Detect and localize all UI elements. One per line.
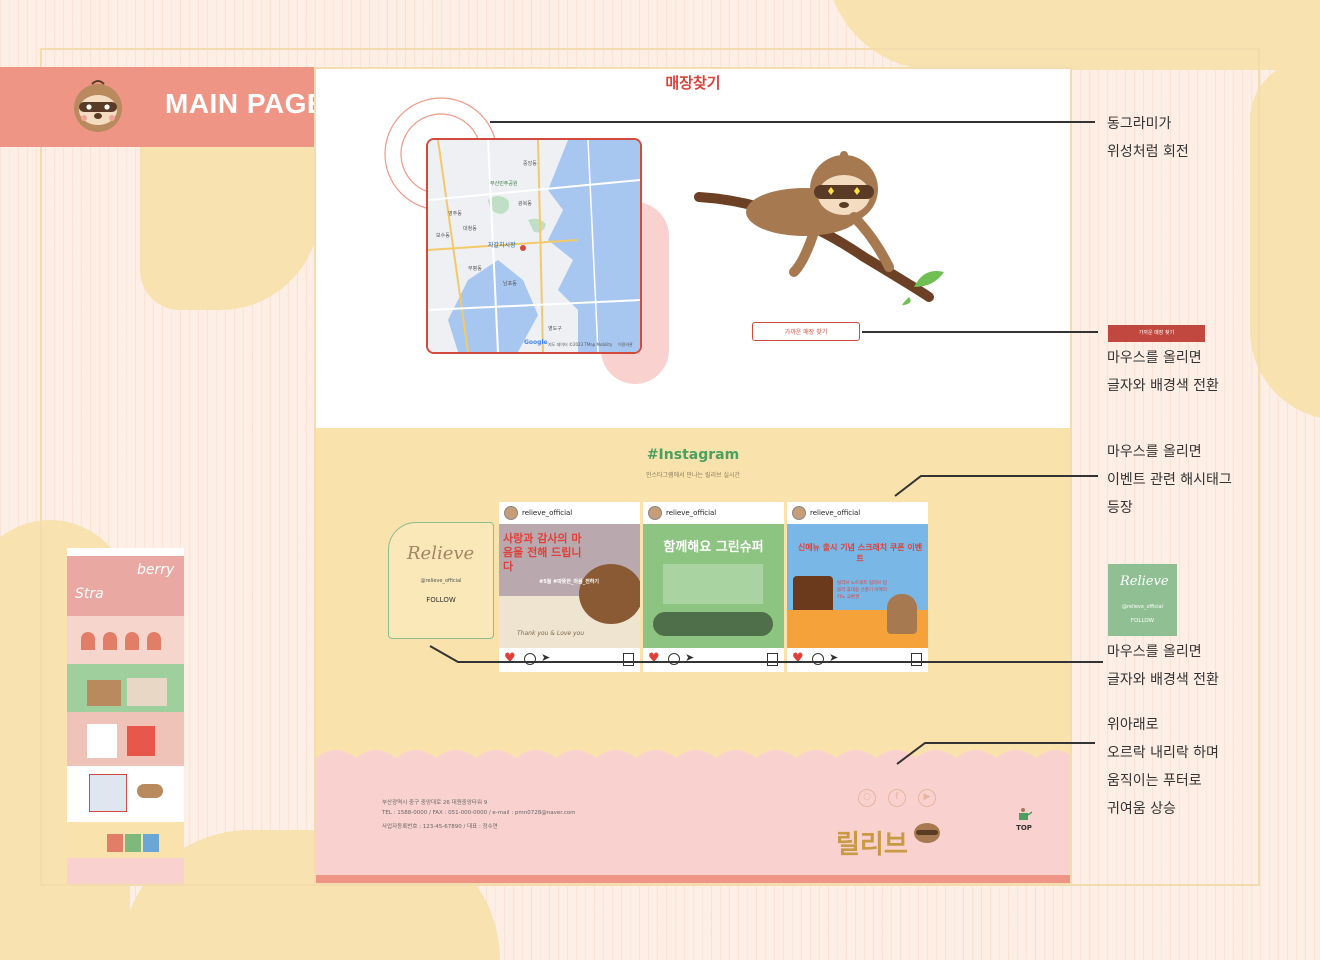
site-footer: 부산광역시 중구 중앙대로 26 대원중앙타워 9 TEL : 1588-000… [316,750,1070,883]
annotation-footer-wave: 위아래로 오르락 내리락 하며 움직이는 푸터로 귀여움 상승 [1107,717,1219,817]
map-label: 보수동 [436,233,450,239]
post-hashtag: #5월 #따뜻한_마음_전하기 [539,579,599,585]
follow-card-hover-sample: Relieve @relieve_official FOLLOW [1108,564,1177,636]
watering-can-icon [1019,808,1032,820]
youtube-icon[interactable]: ▶ [918,789,936,807]
map-label: 부산민주공원 [490,181,518,187]
page-title: MAIN PAGE [165,88,327,119]
facebook-icon[interactable]: f [888,789,906,807]
post-headline: 사랑과 감사의 마음을 전해 드립니다 [503,532,582,573]
leader-line [896,742,1095,765]
full-page-thumbnail: Stra berry [67,548,184,884]
map-label: 영주동 [448,211,462,217]
annotation-orbit: 동그라미가 위성처럼 회전 [1107,116,1189,160]
map-label: 자갈치시장 [488,242,516,249]
avatar [792,506,806,520]
post-headline: 함께해요 그린슈퍼 [663,540,764,555]
map-label: 대청동 [463,226,477,232]
post-script: Thank you & Love you [517,630,585,637]
footer-logo: 릴리브 [836,830,908,860]
footer-bottom-bar [316,875,1070,883]
instagram-follow-card[interactable]: Relieve @relieve_official FOLLOW [388,522,494,639]
follow-handle: @relieve_official [1122,604,1163,610]
relieve-logo: Relieve [1120,574,1169,589]
find-nearby-store-button[interactable]: 가까운 매장 찾기 [752,322,860,341]
leader-line [862,331,1098,333]
right-blob [1250,60,1320,420]
google-logo: Google [524,339,548,346]
relieve-logo: Relieve [407,543,475,564]
map-terms[interactable]: 이용약관 [618,342,633,348]
scroll-top-button[interactable]: TOP [1014,824,1034,832]
map-label: 중앙동 [523,161,537,167]
post-header: relieve_official [643,502,784,524]
post-image: 신메뉴 출시 기념 스크래치 쿠폰 이벤트 릴리브 노트세트 릴리브 텀블러 휴… [787,524,928,648]
post-image: 함께해요 그린슈퍼 [643,524,784,648]
annotation-hover-post: 마우스를 올리면 이벤트 관련 해시태그 등장 [1107,444,1232,516]
post-username: relieve_official [810,509,861,517]
sloth-on-branch-illustration [694,151,944,306]
footer-sloth-icon [914,823,940,843]
post-username: relieve_official [666,509,717,517]
footer-address: 부산광역시 중구 중앙대로 26 대원중앙타워 9 [382,800,488,806]
post-prize-list: 릴리브 노트세트 릴리브 텀블러 휴대용 선풍기 아메리카노 교환권 [837,581,887,600]
follow-handle: @relieve_official [420,578,462,584]
find-store-button-hover-sample: 가까운 매장 찾기 [1108,325,1205,342]
map-copyright: 지도 데이터 ©2023 TMap Mobility [548,342,613,347]
avatar [504,506,518,520]
post-headline: 신메뉴 출시 기념 스크래치 쿠폰 이벤트 [797,543,923,563]
leader-line [490,121,1095,123]
post-image: 사랑과 감사의 마음을 전해 드립니다 #5월 #따뜻한_마음_전하기 Than… [499,524,640,648]
map-label: 영도구 [548,326,562,332]
footer-business-info: 사업자등록번호 : 123-45-67890 / 대표 : 정수연 [382,824,498,830]
map-graphic [428,140,640,352]
map-label: 부평동 [468,266,482,272]
annotation-hover-button: 마우스를 올리면 글자와 배경색 전환 [1107,350,1219,394]
avatar [648,506,662,520]
post-header: relieve_official [499,502,640,524]
follow-label: FOLLOW [1130,618,1155,624]
follow-button[interactable]: FOLLOW [389,596,493,604]
sloth-mascot-icon [74,80,122,132]
leader-line [429,645,1103,663]
instagram-icon[interactable]: ○ [858,789,876,807]
map-label: 광복동 [518,201,532,207]
post-header: relieve_official [787,502,928,524]
post-username: relieve_official [522,509,573,517]
map-label: 남포동 [503,281,517,287]
store-map[interactable]: 부산민주공원 자갈치시장 부평동 남포동 영주동 대청동 보수동 광복동 중앙동… [426,138,642,354]
instagram-title: #Instagram [646,447,740,463]
annotation-hover-follow: 마우스를 올리면 글자와 배경색 전환 [1107,644,1219,688]
leader-line [894,475,1098,497]
footer-contact: TEL : 1588-0000 / FAX : 051-000-0000 / e… [382,810,576,816]
